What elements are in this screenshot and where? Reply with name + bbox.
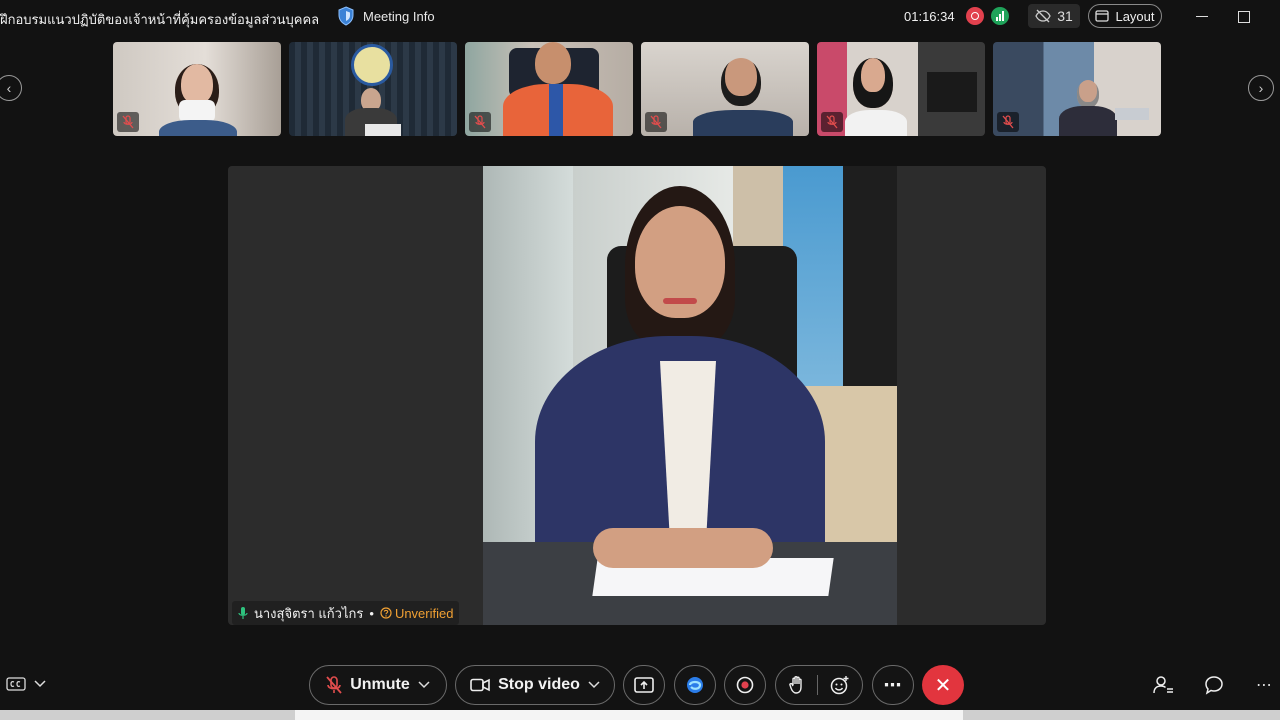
title-bar: ฝึกอบรมแนวปฏิบัติของเจ้าหน้าที่คุ้มครองข… [0,0,1280,34]
muted-indicator [645,112,667,132]
mic-off-icon [1002,115,1014,129]
mic-off-icon [122,115,134,129]
background-document-edge [295,710,963,720]
close-icon: ✕ [934,674,952,697]
muted-indicator [997,112,1019,132]
verification-status: Unverified [394,605,454,621]
leave-meeting-button[interactable]: ✕ [922,665,964,705]
participant-thumbnail[interactable] [465,42,633,136]
maximize-window-button[interactable] [1238,11,1250,23]
mic-off-icon [326,676,342,694]
shield-icon [338,6,354,26]
speaker-name: นางสุจิตรา แก้วไกร [254,605,364,621]
hidden-participants-button[interactable]: 31 [1028,4,1080,28]
share-screen-icon [634,677,654,693]
meeting-info-label: Meeting Info [363,8,435,24]
eye-slash-icon [1035,9,1051,23]
more-options-button[interactable]: ⋯ [872,665,914,705]
record-button[interactable] [724,665,766,705]
muted-indicator [117,112,139,132]
question-circle-icon [380,607,392,619]
participant-thumbnail[interactable] [289,42,457,136]
muted-indicator [469,112,491,132]
share-screen-button[interactable] [623,665,665,705]
more-panels-button[interactable]: ⋯ [1252,673,1276,697]
mic-off-icon [474,115,486,129]
chevron-down-icon[interactable] [588,681,600,689]
stop-video-label: Stop video [498,676,580,693]
chevron-right-icon: › [1258,80,1264,96]
name-separator: • [369,605,374,621]
chevron-down-icon[interactable] [34,680,46,688]
layout-label: Layout [1115,8,1155,24]
mic-off-icon [650,115,662,129]
background-window-strip [0,710,1280,720]
meeting-title: ฝึกอบรมแนวปฏิบัติของเจ้าหน้าที่คุ้มครองข… [0,12,318,27]
video-camera-icon [470,678,490,692]
participant-thumbnail[interactable] [993,42,1161,136]
participant-thumbnail[interactable] [817,42,985,136]
participants-icon [1153,676,1173,694]
unmute-button[interactable]: Unmute [309,665,447,705]
captions-button[interactable] [6,677,46,691]
elapsed-timer: 01:16:34 [904,9,955,24]
participants-panel-button[interactable] [1151,673,1175,697]
mic-icon [238,607,248,619]
chat-bubble-icon [1205,676,1223,695]
network-status-icon[interactable] [991,7,1009,25]
layout-icon [1095,10,1110,22]
minimize-window-button[interactable] [1196,16,1208,17]
unmute-label: Unmute [350,676,410,693]
strip-prev-button[interactable]: ‹ [0,75,22,101]
raise-hand-icon[interactable] [788,675,805,695]
muted-indicator [821,112,843,132]
speaker-name-tag: นางสุจิตรา แก้วไกร • Unverified [232,601,460,625]
mic-off-icon [826,115,838,129]
chevron-down-icon[interactable] [418,681,430,689]
emoji-react-icon[interactable] [830,675,850,695]
participant-count: 31 [1057,8,1073,24]
active-speaker-video[interactable] [483,166,897,625]
strip-next-button[interactable]: › [1248,75,1274,101]
ellipsis-icon: ⋯ [883,674,903,695]
chevron-left-icon: ‹ [6,80,12,96]
layout-button[interactable]: Layout [1088,4,1162,28]
participant-thumbnail[interactable] [113,42,281,136]
reactions-group [775,665,863,705]
unverified-badge: Unverified [380,605,454,621]
chat-panel-button[interactable] [1202,673,1226,697]
divider [816,675,818,695]
participant-thumbnail[interactable] [641,42,809,136]
ai-assistant-button[interactable] [674,665,716,705]
ellipsis-icon: ⋯ [1256,677,1272,694]
meeting-info-button[interactable]: Meeting Info [337,6,435,26]
meeting-controls-bar: Unmute Stop video ⋯ ✕ ⋯ [0,660,1280,710]
stop-video-button[interactable]: Stop video [455,665,615,705]
ai-assistant-icon [687,677,703,693]
recording-indicator-icon[interactable] [966,7,984,25]
closed-captions-icon [6,677,26,691]
record-icon [736,676,754,694]
